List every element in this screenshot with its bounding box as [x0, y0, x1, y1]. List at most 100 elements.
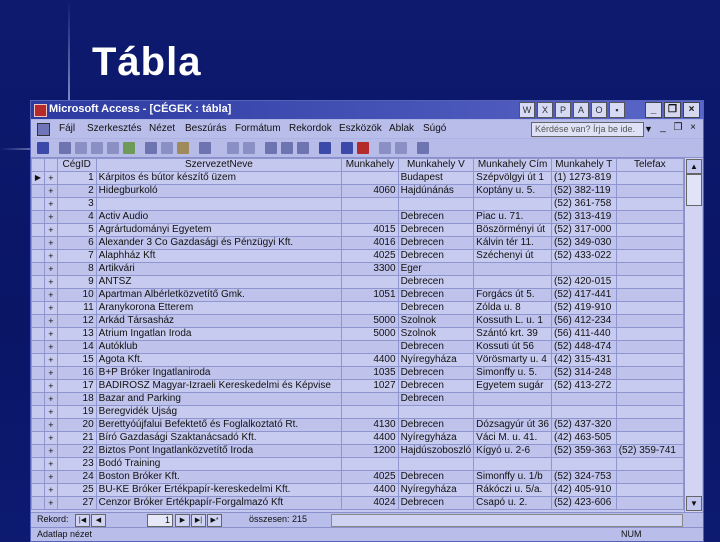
- table-row[interactable]: +6 Alexander 3 Co Gazdasági és Pénzügyi K…: [31, 236, 684, 250]
- table-row[interactable]: +27 Cenzor Bróker Értékpapír-Forgalmazó K…: [31, 496, 684, 510]
- row-selector[interactable]: [31, 392, 45, 406]
- table-cell[interactable]: [615, 314, 684, 328]
- table-cell[interactable]: 22: [56, 444, 97, 458]
- expand-icon[interactable]: +: [44, 184, 58, 198]
- expand-icon[interactable]: +: [44, 418, 58, 432]
- expand-icon[interactable]: +: [44, 392, 58, 406]
- table-cell[interactable]: (56) 411-440: [551, 327, 617, 341]
- table-cell[interactable]: Debrecen: [397, 236, 475, 250]
- row-selector[interactable]: [31, 457, 45, 471]
- expand-icon[interactable]: +: [44, 262, 58, 276]
- table-icon[interactable]: [37, 123, 50, 136]
- table-cell[interactable]: [615, 184, 684, 198]
- expand-icon[interactable]: +: [44, 197, 58, 211]
- expand-icon[interactable]: +: [44, 366, 58, 380]
- table-cell[interactable]: Ágota Kft.: [95, 353, 343, 367]
- table-cell[interactable]: Egyetem sugár: [473, 379, 552, 393]
- table-cell[interactable]: (42) 405-910: [551, 483, 617, 497]
- delete-record-icon[interactable]: [357, 142, 369, 154]
- table-cell[interactable]: (52) 413-272: [551, 379, 617, 393]
- column-header[interactable]: Munkahely V: [397, 158, 475, 172]
- new-record-icon[interactable]: [341, 142, 353, 154]
- table-cell[interactable]: 1: [56, 171, 97, 185]
- table-cell[interactable]: [397, 197, 475, 211]
- table-cell[interactable]: (52) 420-015: [551, 275, 617, 289]
- filter-by-selection-icon[interactable]: [265, 142, 277, 154]
- table-cell[interactable]: [473, 275, 552, 289]
- table-cell[interactable]: 10: [56, 288, 97, 302]
- table-cell[interactable]: Eger: [397, 262, 475, 276]
- row-selector[interactable]: [31, 340, 45, 354]
- vertical-scrollbar[interactable]: ▲ ▼: [684, 158, 702, 512]
- table-cell[interactable]: [615, 340, 684, 354]
- table-cell[interactable]: [615, 353, 684, 367]
- sort-descending-icon[interactable]: [243, 142, 255, 154]
- table-cell[interactable]: ÁNTSZ: [95, 275, 343, 289]
- table-cell[interactable]: [551, 457, 617, 471]
- table-cell[interactable]: Bazar and Parking: [95, 392, 343, 406]
- table-row[interactable]: +9 ÁNTSZ Debrecen (52) 420-015: [31, 275, 684, 289]
- expand-icon[interactable]: +: [44, 327, 58, 341]
- table-cell[interactable]: 25: [56, 483, 97, 497]
- expand-icon[interactable]: +: [44, 223, 58, 237]
- last-record-icon[interactable]: ▶|: [191, 514, 206, 527]
- expand-icon[interactable]: +: [44, 301, 58, 315]
- excel-icon[interactable]: X: [537, 102, 553, 118]
- scroll-up-icon[interactable]: ▲: [686, 159, 702, 174]
- table-cell[interactable]: Beregvidék Ujság: [95, 405, 343, 419]
- doc-close-button[interactable]: ×: [687, 122, 699, 134]
- row-selector[interactable]: [31, 184, 45, 198]
- table-cell[interactable]: [473, 405, 552, 419]
- table-cell[interactable]: [341, 340, 399, 354]
- table-cell[interactable]: [397, 405, 475, 419]
- table-cell[interactable]: 3300: [341, 262, 399, 276]
- copy-icon[interactable]: [161, 142, 173, 154]
- table-cell[interactable]: 16: [56, 366, 97, 380]
- table-cell[interactable]: Debrecen: [397, 379, 475, 393]
- table-cell[interactable]: 9: [56, 275, 97, 289]
- table-cell[interactable]: Nyíregyháza: [397, 483, 475, 497]
- row-selector[interactable]: [31, 405, 45, 419]
- table-cell[interactable]: [615, 496, 684, 510]
- table-cell[interactable]: 21: [56, 431, 97, 445]
- table-cell[interactable]: 23: [56, 457, 97, 471]
- table-cell[interactable]: [615, 431, 684, 445]
- table-cell[interactable]: 19: [56, 405, 97, 419]
- cut-icon[interactable]: [145, 142, 157, 154]
- table-cell[interactable]: (42) 463-505: [551, 431, 617, 445]
- table-cell[interactable]: (56) 412-234: [551, 314, 617, 328]
- disk-icon[interactable]: ▪: [609, 102, 625, 118]
- minimize-button[interactable]: _: [645, 102, 662, 118]
- table-row[interactable]: +16 B+P Bróker Ingatlaniroda 1035 Debrecen S…: [31, 366, 684, 380]
- table-row[interactable]: +20 Berettyóújfalui Befektető és Foglalko…: [31, 418, 684, 432]
- table-cell[interactable]: [615, 223, 684, 237]
- table-cell[interactable]: 20: [56, 418, 97, 432]
- first-record-icon[interactable]: |◀: [75, 514, 90, 527]
- table-cell[interactable]: Debrecen: [397, 340, 475, 354]
- table-cell[interactable]: Szolnok: [397, 314, 475, 328]
- table-cell[interactable]: Kossuth L. u. 1: [473, 314, 552, 328]
- menu-window[interactable]: Ablak: [389, 123, 414, 134]
- table-cell[interactable]: Debrecen: [397, 275, 475, 289]
- print-icon[interactable]: [91, 142, 103, 154]
- table-row[interactable]: +14 Autóklub Debrecen Kossuti út 56 (52) 448…: [31, 340, 684, 354]
- table-cell[interactable]: [615, 236, 684, 250]
- expand-icon[interactable]: +: [44, 171, 58, 185]
- table-cell[interactable]: 8: [56, 262, 97, 276]
- table-cell[interactable]: (52) 382-119: [551, 184, 617, 198]
- table-cell[interactable]: Cenzor Bróker Értékpapír-Forgalmazó Kft: [95, 496, 343, 510]
- table-cell[interactable]: Simonffy u. 5.: [473, 366, 552, 380]
- doc-minimize-button[interactable]: _: [657, 122, 669, 134]
- row-selector[interactable]: [31, 327, 45, 341]
- table-cell[interactable]: [615, 392, 684, 406]
- table-row[interactable]: ▶ +1 Kárpitos és bútor készítő üzem Budapes…: [31, 171, 684, 185]
- table-cell[interactable]: Dózsagyúr út 36: [473, 418, 552, 432]
- table-cell[interactable]: Berettyóújfalui Befektető és Foglalkozta…: [95, 418, 343, 432]
- table-cell[interactable]: 14: [56, 340, 97, 354]
- table-row[interactable]: +13 Átrium Ingatlan Iroda 5000 Szolnok Szánt…: [31, 327, 684, 341]
- table-cell[interactable]: [341, 210, 399, 224]
- table-row[interactable]: +17 BADIROSZ Magyar-Izraeli Kereskedelmi …: [31, 379, 684, 393]
- table-cell[interactable]: [341, 457, 399, 471]
- table-cell[interactable]: 11: [56, 301, 97, 315]
- table-cell[interactable]: Debrecen: [397, 418, 475, 432]
